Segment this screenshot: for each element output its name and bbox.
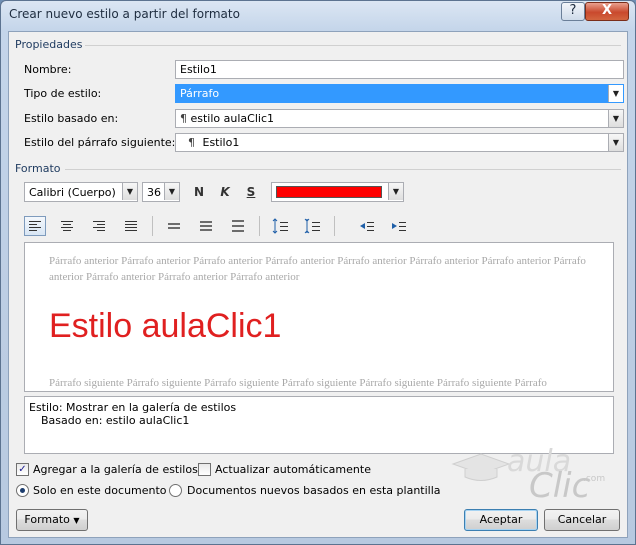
help-button[interactable]: ?	[561, 2, 585, 21]
align-center-icon	[61, 221, 73, 231]
double-spacing-button[interactable]	[227, 216, 249, 236]
basado-en-select[interactable]: ¶ estilo aulaClic1 ▼	[175, 109, 624, 128]
italic-button[interactable]: K	[215, 182, 235, 202]
align-center-button[interactable]	[56, 216, 78, 236]
description-line-2: Basado en: estilo aulaClic1	[41, 414, 190, 427]
chevron-down-icon[interactable]: ▼	[608, 134, 623, 151]
basado-en-value: estilo aulaClic1	[190, 112, 275, 125]
logo-clic-text: Clic	[529, 466, 591, 506]
font-value: Calibri (Cuerpo)	[29, 186, 116, 199]
one-half-spacing-button[interactable]	[195, 216, 217, 236]
preview-sample-text: Estilo aulaClic1	[49, 307, 282, 345]
dialog-window: Crear nuevo estilo a partir del formato …	[0, 0, 636, 545]
toolbar-separator	[152, 216, 153, 236]
only-document-radio[interactable]	[16, 484, 29, 497]
add-gallery-checkbox[interactable]: ✓	[16, 463, 29, 476]
align-left-button[interactable]	[24, 216, 46, 236]
logo-com-text: .com	[583, 474, 606, 484]
chevron-down-icon[interactable]: ▼	[164, 183, 179, 200]
underline-button[interactable]: S	[241, 182, 261, 202]
tipo-estilo-select[interactable]: Párrafo ▼	[175, 84, 624, 103]
decrease-indent-icon	[360, 222, 374, 231]
font-color-select[interactable]: ▼	[271, 182, 404, 202]
single-spacing-button[interactable]	[163, 216, 185, 236]
parrafo-siguiente-value: Estilo1	[202, 136, 240, 149]
only-document-label[interactable]: Solo en este documento	[33, 484, 167, 497]
nombre-label: Nombre:	[24, 63, 72, 76]
font-size-value: 36	[147, 186, 161, 199]
auto-update-label[interactable]: Actualizar automáticamente	[215, 463, 371, 476]
chevron-down-icon[interactable]: ▼	[608, 110, 623, 127]
double-spacing-icon	[232, 220, 244, 232]
increase-indent-button[interactable]	[388, 216, 410, 236]
font-size-select[interactable]: 36 ▼	[142, 182, 180, 202]
chevron-down-icon[interactable]: ▼	[122, 183, 137, 200]
title-bar: Crear nuevo estilo a partir del formato …	[1, 1, 635, 27]
tipo-estilo-value: Párrafo	[180, 87, 220, 100]
font-select[interactable]: Calibri (Cuerpo) ▼	[24, 182, 138, 202]
decrease-spacing-icon	[304, 218, 320, 234]
basado-label: Estilo basado en:	[24, 112, 119, 125]
bold-button[interactable]: N	[189, 182, 209, 202]
single-spacing-icon	[168, 223, 180, 229]
description-line-1: Estilo: Mostrar en la galería de estilos	[29, 401, 237, 414]
formato-menu-button[interactable]: Formato ▼	[16, 509, 88, 531]
radio-selected-dot	[20, 488, 25, 493]
siguiente-label: Estilo del párrafo siguiente:	[24, 136, 176, 149]
one-half-spacing-icon	[200, 221, 212, 231]
formato-button-label: Formato	[24, 513, 70, 526]
aulaclic-logo: aula Clic .com	[419, 444, 609, 506]
preview-previous-paragraph: Párrafo anterior Párrafo anterior Párraf…	[49, 255, 586, 283]
section-divider	[65, 169, 621, 170]
increase-indent-icon	[392, 222, 406, 231]
align-right-button[interactable]	[88, 216, 110, 236]
chevron-down-icon: ▼	[73, 516, 80, 525]
graduation-cap-icon	[451, 453, 511, 481]
style-preview: Párrafo anterior Párrafo anterior Párraf…	[24, 242, 614, 392]
dialog-content: Propiedades Nombre: Estilo1 Tipo de esti…	[8, 31, 628, 538]
chevron-down-icon[interactable]: ▼	[388, 183, 403, 200]
section-propiedades: Propiedades	[15, 38, 83, 51]
justify-icon	[125, 221, 137, 231]
toolbar-separator	[334, 216, 335, 236]
toolbar-separator	[259, 216, 260, 236]
align-right-icon	[93, 221, 105, 231]
paragraph-style-icon: ¶	[180, 112, 187, 125]
chevron-down-icon[interactable]: ▼	[608, 85, 623, 102]
parrafo-siguiente-select[interactable]: ¶ Estilo1 ▼	[175, 133, 624, 152]
cancelar-button[interactable]: Cancelar	[544, 509, 620, 531]
new-documents-label[interactable]: Documentos nuevos basados en esta planti…	[187, 484, 441, 497]
aceptar-button[interactable]: Aceptar	[464, 509, 538, 531]
preview-next-paragraph: Párrafo siguiente Párrafo siguiente Párr…	[49, 377, 547, 389]
auto-update-checkbox[interactable]	[198, 463, 211, 476]
increase-spacing-button[interactable]	[270, 216, 292, 236]
paragraph-mark-icon: ¶	[188, 136, 195, 149]
color-swatch	[276, 186, 382, 198]
section-divider	[85, 45, 621, 46]
new-documents-radio[interactable]	[169, 484, 182, 497]
nombre-input[interactable]: Estilo1	[175, 60, 624, 79]
increase-spacing-icon	[272, 218, 288, 234]
section-formato: Formato	[15, 162, 61, 175]
decrease-indent-button[interactable]	[356, 216, 378, 236]
add-gallery-label[interactable]: Agregar a la galería de estilos	[33, 463, 198, 476]
close-button[interactable]: X	[585, 2, 629, 21]
justify-button[interactable]	[120, 216, 142, 236]
dialog-title: Crear nuevo estilo a partir del formato	[9, 7, 240, 21]
tipo-label: Tipo de estilo:	[24, 87, 102, 100]
align-left-icon	[29, 221, 41, 231]
decrease-spacing-button[interactable]	[302, 216, 324, 236]
